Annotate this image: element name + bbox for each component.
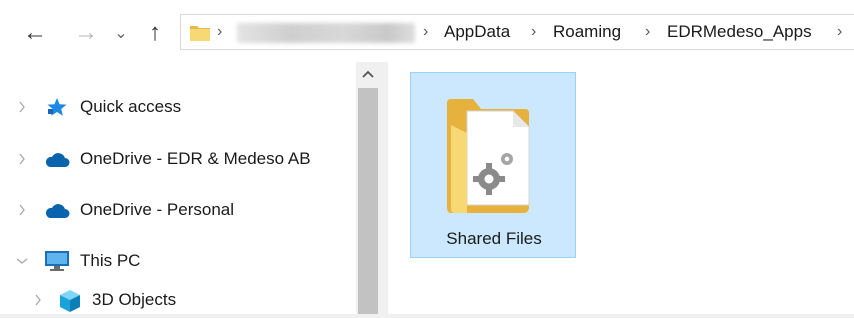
folder-name-label: Shared Files (446, 229, 542, 248)
folder-icon (189, 21, 211, 48)
breadcrumb-separator[interactable]: › (645, 15, 650, 49)
cloud-icon (44, 203, 70, 224)
breadcrumb-edrmedeso-apps[interactable]: EDRMedeso_Apps (667, 15, 812, 49)
folder-gear-icon (441, 89, 547, 222)
breadcrumb-roaming[interactable]: Roaming (553, 15, 621, 49)
scroll-up-button[interactable] (356, 62, 380, 86)
chevron-down-icon: ⌄ (114, 25, 128, 42)
breadcrumb-separator[interactable]: › (217, 15, 222, 49)
sidebar-item-onedrive-personal[interactable]: OneDrive - Personal (0, 193, 356, 227)
scroll-thumb[interactable] (358, 88, 378, 314)
recent-locations-button[interactable]: ⌄ (110, 20, 132, 46)
chevron-down-icon[interactable] (16, 255, 28, 267)
sidebar-item-this-pc[interactable]: This PC (0, 244, 356, 278)
back-button[interactable]: ← (18, 19, 52, 46)
forward-arrow-icon: → (74, 19, 98, 46)
file-list: Shared Files (388, 62, 854, 314)
navigation-pane: Quick access OneDrive - EDR & Medeso AB … (0, 62, 356, 314)
star-icon (46, 97, 68, 122)
folder-item-shared-files[interactable]: Shared Files (410, 72, 576, 258)
sidebar-item-label: OneDrive - EDR & Medeso AB (80, 149, 311, 168)
chevron-right-icon[interactable] (16, 101, 28, 113)
breadcrumb-separator[interactable]: › (837, 15, 842, 49)
sidebar-item-3d-objects[interactable]: 3D Objects (0, 283, 356, 317)
sidebar-item-label: This PC (80, 251, 141, 270)
redacted-path-segment[interactable] (237, 23, 415, 43)
cloud-icon (44, 152, 70, 173)
chevron-up-icon (362, 70, 374, 78)
up-arrow-icon: ↑ (149, 19, 161, 46)
forward-button[interactable]: → (70, 19, 102, 46)
sidebar-item-label: Quick access (80, 97, 182, 116)
breadcrumb-separator[interactable]: › (423, 15, 428, 49)
computer-icon (44, 250, 70, 277)
sidebar-item-label: 3D Objects (92, 290, 177, 309)
sidebar-item-onedrive-business[interactable]: OneDrive - EDR & Medeso AB (0, 142, 356, 176)
breadcrumb-appdata[interactable]: AppData (444, 15, 510, 49)
breadcrumb-separator[interactable]: › (531, 15, 536, 49)
chevron-right-icon[interactable] (16, 204, 28, 216)
navigation-pane-scrollbar[interactable] (356, 62, 380, 314)
sidebar-item-label: OneDrive - Personal (80, 200, 235, 219)
navigation-bar: ← → ⌄ ↑ › › AppData › Roaming › EDRMedes… (0, 0, 854, 62)
sidebar-item-quick-access[interactable]: Quick access (0, 90, 356, 124)
back-arrow-icon: ← (23, 19, 47, 46)
address-bar[interactable]: › › AppData › Roaming › EDRMedeso_Apps › (180, 14, 854, 50)
up-button[interactable]: ↑ (140, 19, 170, 46)
chevron-right-icon[interactable] (16, 153, 28, 165)
chevron-right-icon[interactable] (32, 294, 44, 306)
